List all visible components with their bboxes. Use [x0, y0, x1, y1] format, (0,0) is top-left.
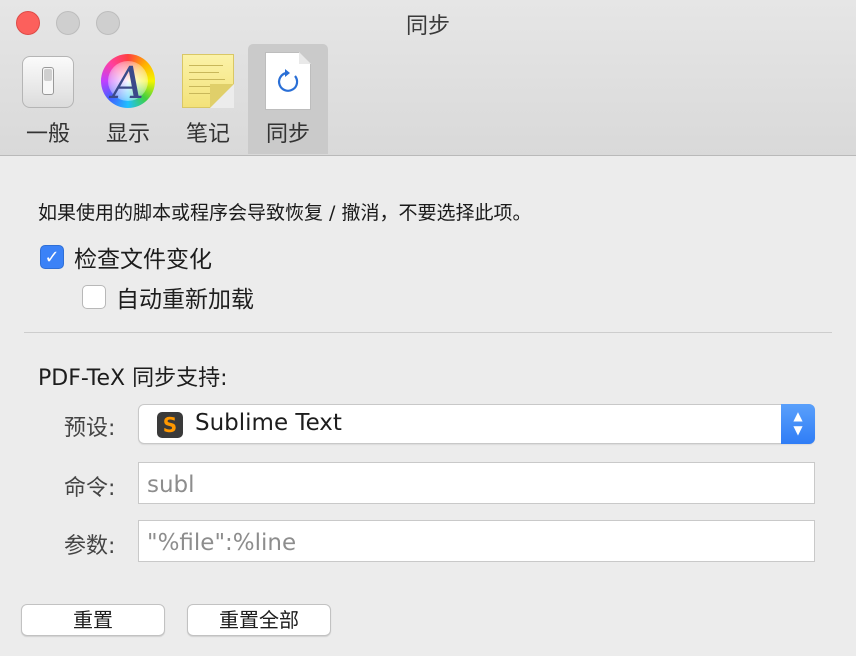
preset-label: 预设: — [64, 416, 116, 441]
toolbar-label-notes: 笔记 — [185, 122, 230, 147]
auto-reload-checkbox[interactable] — [82, 285, 106, 309]
sublime-text-icon: S — [157, 412, 183, 438]
auto-reload-label: 自动重新加载 — [116, 287, 254, 313]
toolbar-item-display[interactable]: A 显示 — [88, 44, 168, 154]
section-divider — [24, 332, 832, 333]
sync-section-title: PDF-TeX 同步支持: — [38, 366, 228, 391]
preferences-window: 同步 一般 A 显示 笔记 同步 如果使用的脚本或程序会导致恢复 / 撤消，不要… — [0, 0, 856, 656]
switch-icon — [22, 56, 74, 108]
check-file-changes-label: 检查文件变化 — [74, 247, 212, 273]
preset-popup[interactable]: S Sublime Text ▲ ▼ — [138, 404, 815, 444]
toolbar-item-sync[interactable]: 同步 — [248, 44, 328, 154]
toolbar-label-display: 显示 — [105, 122, 150, 147]
preset-value: Sublime Text — [195, 410, 342, 436]
check-file-changes-checkbox[interactable]: ✓ — [40, 245, 64, 269]
command-field[interactable]: subl — [138, 462, 815, 504]
reset-all-button[interactable]: 重置全部 — [187, 604, 331, 636]
toolbar-item-notes[interactable]: 笔记 — [168, 44, 248, 154]
titlebar: 同步 一般 A 显示 笔记 同步 — [0, 0, 856, 156]
checkmark-icon: ✓ — [44, 246, 60, 268]
toolbar-item-general[interactable]: 一般 — [8, 44, 88, 154]
arguments-field[interactable]: "%file":%line — [138, 520, 815, 562]
check-file-changes-row[interactable]: ✓ 检查文件变化 — [40, 240, 212, 274]
reset-button[interactable]: 重置 — [21, 604, 165, 636]
toolbar-label-general: 一般 — [25, 122, 70, 147]
note-icon — [182, 54, 234, 108]
color-wheel-icon: A — [101, 54, 155, 109]
window-title: 同步 — [405, 14, 450, 39]
arguments-label: 参数: — [64, 534, 116, 559]
description-text: 如果使用的脚本或程序会导致恢复 / 撤消，不要选择此项。 — [38, 202, 532, 224]
command-label: 命令: — [64, 476, 116, 501]
sync-document-icon — [265, 52, 311, 110]
popup-arrows-icon[interactable]: ▲ ▼ — [781, 404, 815, 444]
toolbar-label-sync: 同步 — [265, 122, 310, 147]
auto-reload-row[interactable]: 自动重新加载 — [82, 280, 254, 314]
